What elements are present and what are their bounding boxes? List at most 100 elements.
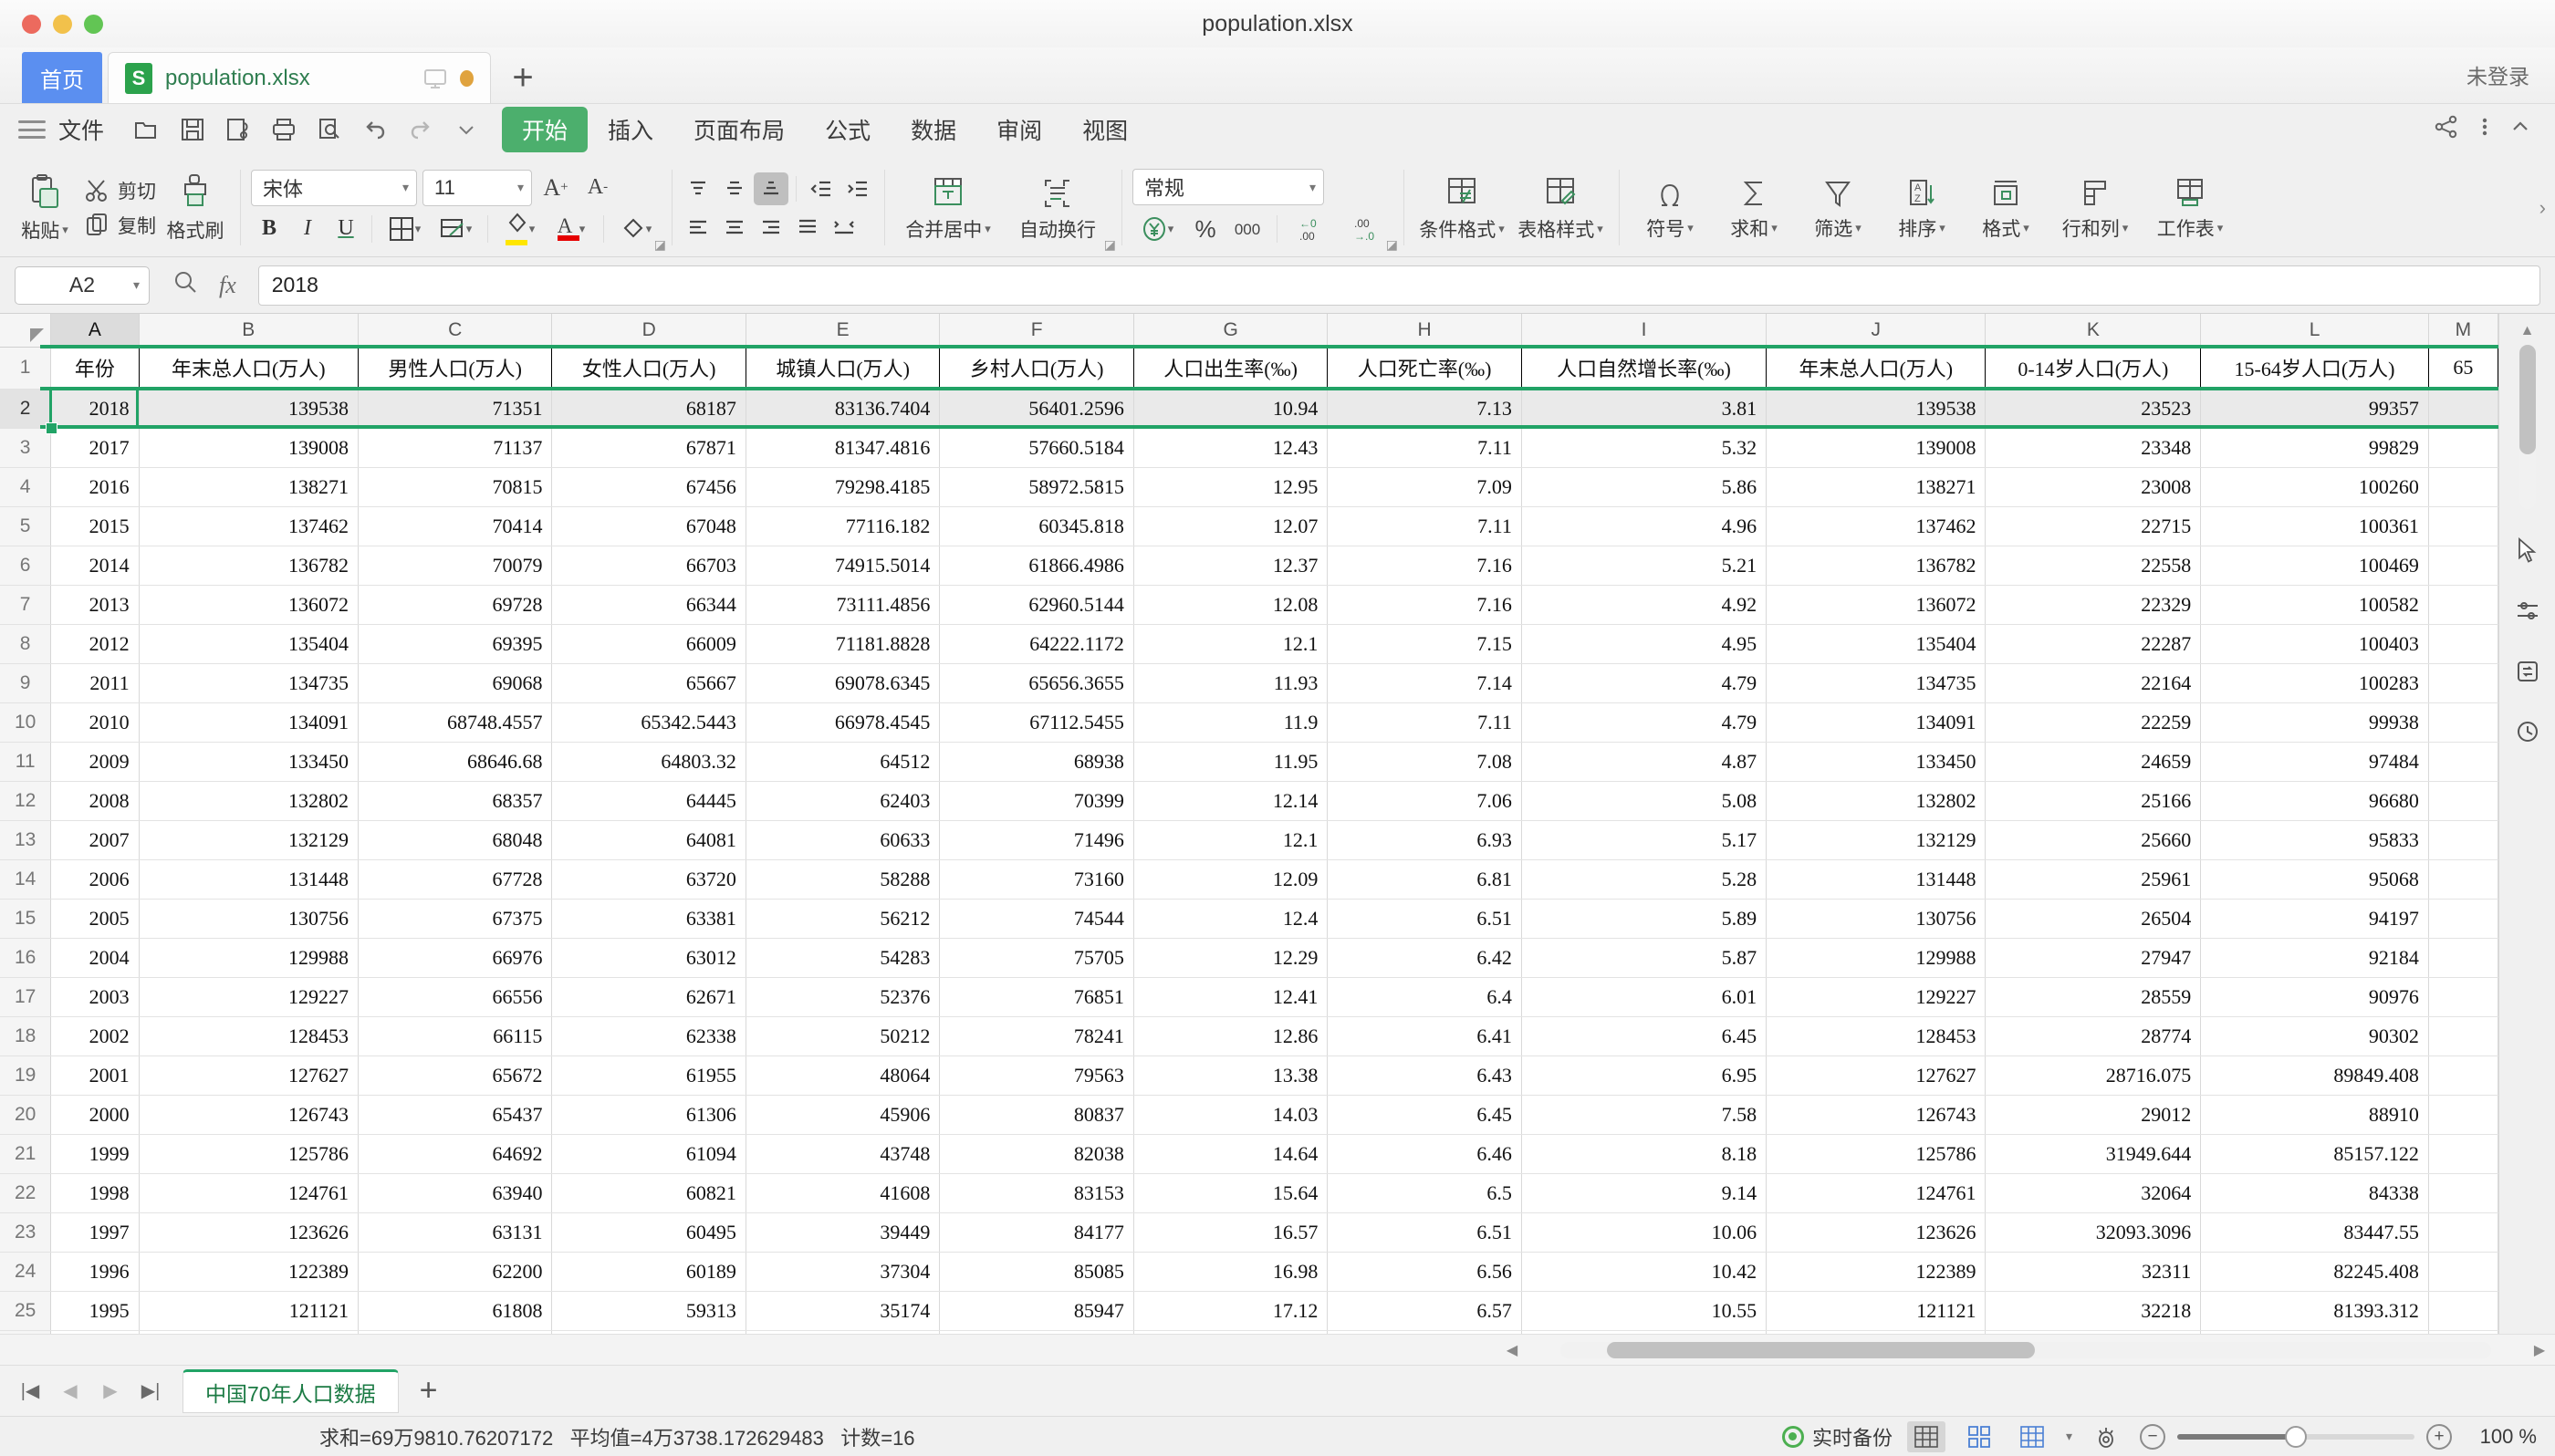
data-cell[interactable]: 22715	[1986, 506, 2201, 546]
data-cell[interactable]: 65667	[552, 663, 746, 702]
data-cell[interactable]: 10.42	[1521, 1252, 1766, 1291]
data-cell[interactable]: 5.28	[1521, 859, 1766, 899]
data-cell[interactable]: 41608	[746, 1173, 939, 1212]
data-cell[interactable]: 85681	[940, 1330, 1133, 1334]
data-cell[interactable]: 60821	[552, 1173, 746, 1212]
data-cell[interactable]: 6.81	[1328, 859, 1521, 899]
select-all-corner[interactable]	[0, 314, 51, 347]
decrease-font-size-button[interactable]: A-	[579, 171, 616, 205]
justify-icon[interactable]	[790, 211, 825, 244]
maximize-window-button[interactable]	[84, 15, 103, 34]
last-sheet-icon[interactable]: ▶|	[133, 1374, 168, 1409]
data-cell[interactable]: 52376	[746, 977, 939, 1016]
column-title-cell[interactable]: 人口出生率(‰)	[1133, 347, 1327, 389]
data-cell[interactable]: 79868.04	[2201, 1330, 2429, 1334]
column-header-h[interactable]: H	[1328, 314, 1521, 347]
align-center-icon[interactable]	[717, 211, 752, 244]
new-tab-button[interactable]: +	[491, 52, 555, 103]
data-cell[interactable]: 79298.4185	[746, 467, 939, 506]
align-right-icon[interactable]	[754, 211, 788, 244]
data-cell[interactable]: 6.46	[1328, 1134, 1521, 1173]
data-cell[interactable]: 83153	[940, 1173, 1133, 1212]
data-cell[interactable]: 22164	[1986, 663, 2201, 702]
data-cell[interactable]: 83447.55	[2201, 1212, 2429, 1252]
data-cell[interactable]: 6.93	[1328, 820, 1521, 859]
data-cell[interactable]: 6.49	[1328, 1330, 1521, 1334]
data-cell[interactable]: 100260	[2201, 467, 2429, 506]
data-cell[interactable]: 12.41	[1133, 977, 1327, 1016]
data-cell[interactable]: 11.9	[1133, 702, 1327, 742]
data-cell[interactable]: 22259	[1986, 702, 2201, 742]
data-cell[interactable]: 68646.68	[358, 742, 551, 781]
data-cell[interactable]: 24659	[1986, 742, 2201, 781]
data-cell[interactable]: 6.45	[1521, 1016, 1766, 1056]
data-cell[interactable]: 6.45	[1328, 1095, 1521, 1134]
data-cell[interactable]	[2428, 467, 2498, 506]
data-cell[interactable]: 7.08	[1328, 742, 1521, 781]
data-cell[interactable]: 6.4	[1328, 977, 1521, 1016]
first-sheet-icon[interactable]: |◀	[13, 1374, 47, 1409]
more-options-icon[interactable]	[2480, 114, 2489, 146]
cell-settings-icon[interactable]	[2509, 593, 2546, 629]
sync-icon[interactable]	[2509, 653, 2546, 690]
realtime-backup-button[interactable]: 实时备份	[1782, 1422, 1893, 1451]
ribbon-tab-start[interactable]: 开始	[502, 107, 588, 152]
data-cell[interactable]: 135404	[139, 624, 358, 663]
data-cell[interactable]: 62960.5144	[940, 585, 1133, 624]
data-cell[interactable]: 96680	[2201, 781, 2429, 820]
data-cell[interactable]: 2002	[51, 1016, 139, 1056]
data-cell[interactable]: 138271	[1767, 467, 1986, 506]
qat-more-icon[interactable]	[445, 110, 487, 149]
data-cell[interactable]: 78241	[940, 1016, 1133, 1056]
row-header-23[interactable]: 23	[0, 1212, 51, 1252]
spreadsheet-table[interactable]: ABCDEFGHIJKLM 1年份年末总人口(万人)男性人口(万人)女性人口(万…	[0, 314, 2498, 1334]
data-cell[interactable]: 34169	[746, 1330, 939, 1334]
column-title-cell[interactable]: 男性人口(万人)	[358, 347, 551, 389]
data-cell[interactable]: 137462	[1767, 506, 1986, 546]
data-cell[interactable]: 135404	[1767, 624, 1986, 663]
data-cell[interactable]: 99938	[2201, 702, 2429, 742]
collapse-ribbon-icon[interactable]	[2509, 116, 2531, 144]
data-cell[interactable]: 82245.408	[2201, 1252, 2429, 1291]
data-cell[interactable]: 64512	[746, 742, 939, 781]
currency-icon[interactable]: ▾	[1132, 212, 1182, 246]
data-cell[interactable]: 139008	[1767, 428, 1986, 467]
data-cell[interactable]: 32311	[1986, 1252, 2201, 1291]
table-row[interactable]: 2020001267436543761306459068083714.036.4…	[0, 1095, 2498, 1134]
data-cell[interactable]: 1996	[51, 1252, 139, 1291]
data-cell[interactable]: 12.07	[1133, 506, 1327, 546]
data-cell[interactable]: 67048	[552, 506, 746, 546]
data-cell[interactable]: 123626	[139, 1212, 358, 1252]
row-header-12[interactable]: 12	[0, 781, 51, 820]
font-family-select[interactable]: 宋体 ▾	[251, 170, 417, 206]
add-sheet-button[interactable]: +	[404, 1369, 454, 1413]
row-header-3[interactable]: 3	[0, 428, 51, 467]
data-cell[interactable]: 124761	[1767, 1173, 1986, 1212]
data-cell[interactable]: 4.95	[1521, 624, 1766, 663]
data-cell[interactable]	[2428, 1095, 2498, 1134]
row-header-11[interactable]: 11	[0, 742, 51, 781]
login-status-label[interactable]: 未登录	[2466, 59, 2529, 90]
data-cell[interactable]: 64081	[552, 820, 746, 859]
data-cell[interactable]: 94197	[2201, 899, 2429, 938]
data-cell[interactable]: 31949.644	[1986, 1134, 2201, 1173]
table-row[interactable]: 2219981247616394060821416088315315.646.5…	[0, 1173, 2498, 1212]
data-cell[interactable]: 68357	[358, 781, 551, 820]
data-cell[interactable]: 6.43	[1328, 1056, 1521, 1095]
copy-button[interactable]: 复制	[80, 210, 160, 241]
data-cell[interactable]	[2428, 389, 2498, 428]
horizontal-scroll-track[interactable]	[1560, 1342, 2491, 1358]
data-cell[interactable]: 119850	[1767, 1330, 1986, 1334]
data-cell[interactable]: 136072	[139, 585, 358, 624]
row-header-1[interactable]: 1	[0, 347, 51, 389]
data-cell[interactable]: 6.01	[1521, 977, 1766, 1016]
data-cell[interactable]: 126743	[1767, 1095, 1986, 1134]
data-cell[interactable]: 2008	[51, 781, 139, 820]
data-cell[interactable]	[2428, 1291, 2498, 1330]
zoom-control[interactable]: − + 100 %	[2140, 1424, 2537, 1450]
data-cell[interactable]: 82038	[940, 1134, 1133, 1173]
data-cell[interactable]: 12.14	[1133, 781, 1327, 820]
data-cell[interactable]: 11.95	[1133, 742, 1327, 781]
decrease-decimal-button[interactable]: ←0.00	[1288, 212, 1338, 246]
data-cell[interactable]: 7.16	[1328, 546, 1521, 585]
